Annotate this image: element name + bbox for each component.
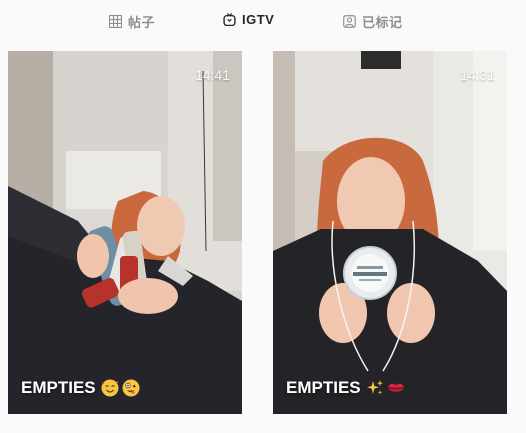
tab-posts[interactable]: 帖子: [109, 12, 155, 31]
video-thumbnail: [273, 51, 507, 414]
tab-igtv[interactable]: IGTV: [223, 12, 274, 27]
tab-posts-label: 帖子: [128, 15, 156, 30]
tab-igtv-label: IGTV: [242, 12, 275, 27]
tab-tagged-label: 已标记: [362, 15, 403, 30]
video-duration: 14:31: [459, 67, 495, 83]
zany-face-emoji: [122, 379, 140, 397]
video-title: EMPTIES: [286, 378, 405, 398]
igtv-video-card[interactable]: 14:41 EMPTIES: [8, 51, 242, 414]
tab-tagged[interactable]: 已标记: [343, 12, 403, 31]
igtv-video-card[interactable]: 14:31 EMPTIES: [273, 51, 507, 414]
kiss-mark-emoji: [387, 383, 404, 392]
grid-icon: [109, 15, 122, 28]
sparkles-emoji: [366, 380, 383, 395]
igtv-icon: [223, 13, 236, 26]
video-thumbnail: [8, 51, 242, 414]
video-title-text: EMPTIES: [21, 378, 96, 397]
video-duration: 14:41: [194, 67, 230, 83]
video-title: EMPTIES: [21, 378, 140, 398]
video-title-text: EMPTIES: [286, 378, 361, 397]
smiling-face-with-hearts-emoji: [101, 379, 119, 397]
tagged-icon: [343, 15, 356, 28]
profile-tabs: 帖子 IGTV 已标记: [0, 0, 526, 44]
